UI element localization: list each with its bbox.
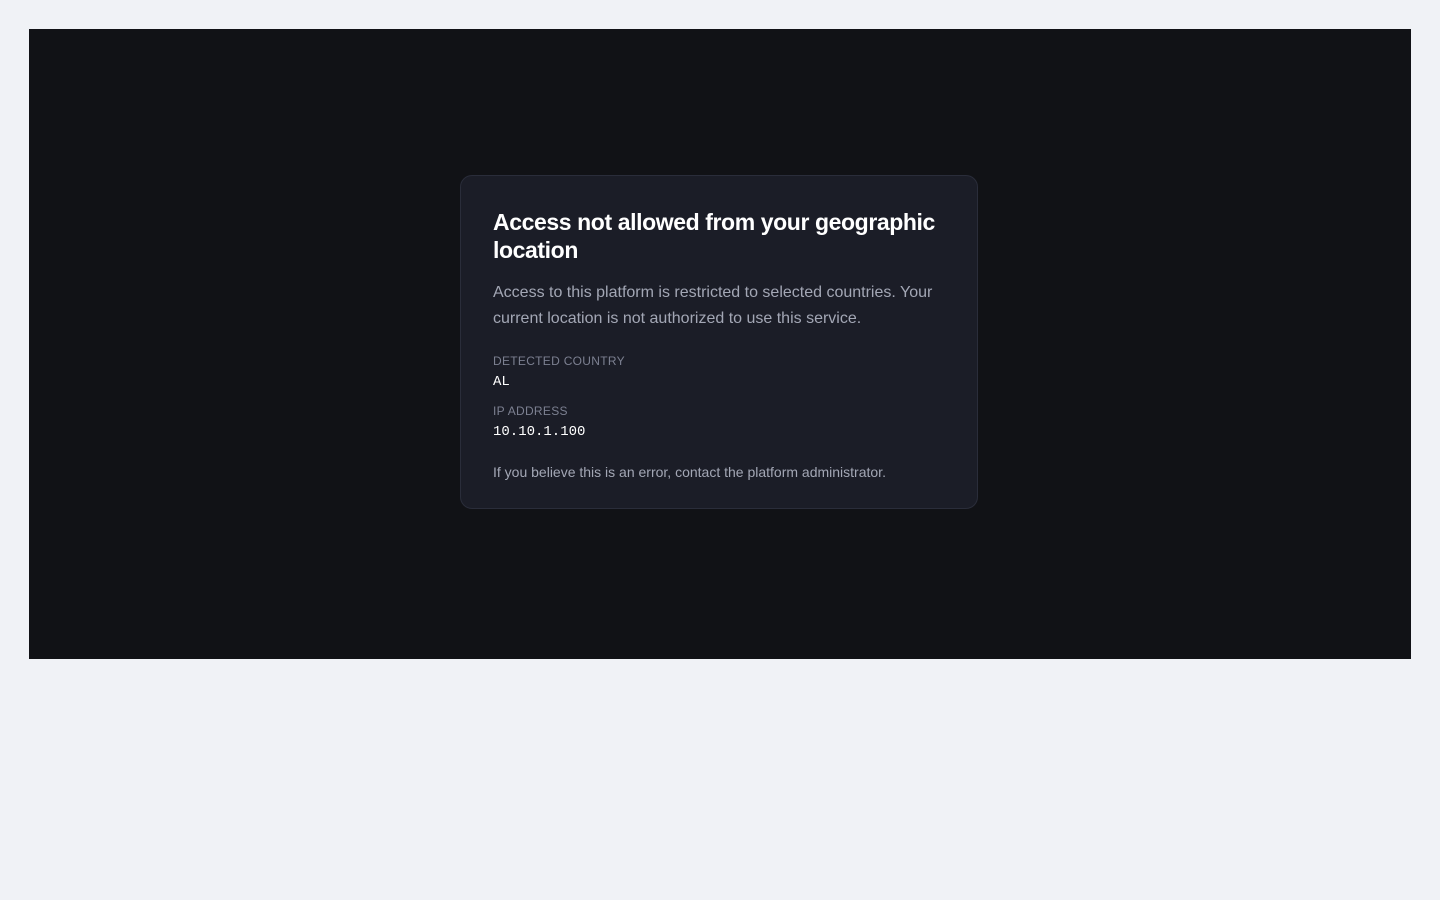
app-viewport: Access not allowed from your geographic …	[29, 29, 1411, 659]
page-title: Access not allowed from your geographic …	[493, 209, 935, 263]
detected-country-field: DETECTED COUNTRY AL	[493, 353, 945, 391]
ip-address-label: IP ADDRESS	[493, 404, 568, 418]
contact-admin-note: If you believe this is an error, contact…	[493, 464, 886, 480]
detected-country-value: AL	[493, 374, 510, 390]
restriction-description: Access to this platform is restricted to…	[493, 284, 933, 327]
geo-block-card: Access not allowed from your geographic …	[460, 175, 978, 509]
ip-address-field: IP ADDRESS 10.10.1.100	[493, 403, 945, 441]
detected-country-label: DETECTED COUNTRY	[493, 354, 625, 368]
ip-address-value: 10.10.1.100	[493, 424, 586, 440]
